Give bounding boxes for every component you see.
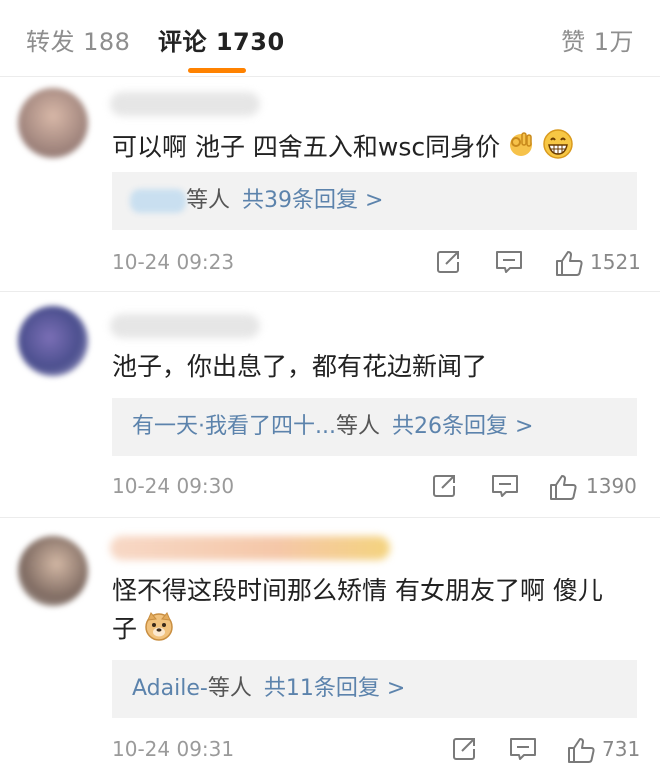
comment-text-content: 子 <box>112 614 138 644</box>
comment-text-content: 怪不得这段时间那么矫情 有女朋友了啊 傻儿 <box>112 576 603 605</box>
username-blurred[interactable] <box>110 536 390 560</box>
comment-text-content: 池子，你出息了，都有花边新闻了 <box>112 352 488 381</box>
avatar[interactable] <box>18 88 88 158</box>
avatar[interactable] <box>18 536 88 606</box>
comment-icon[interactable] <box>508 735 538 763</box>
tab-reposts[interactable]: 转发 188 <box>26 22 130 57</box>
share-icon[interactable] <box>450 735 478 763</box>
username-blurred[interactable] <box>110 314 260 338</box>
comment-item: 可以啊 池子 四舍五入和wsc同身价 等人 共39条回复 > 10-24 09:2… <box>0 76 660 292</box>
like-count: 1521 <box>590 250 641 274</box>
reply-etc: 等人 <box>335 414 380 439</box>
reply-preview[interactable]: 有一天·我看了四十...等人 共26条回复 > <box>112 398 637 456</box>
like-count: 1390 <box>586 474 637 498</box>
avatar[interactable] <box>18 306 88 376</box>
like-icon[interactable] <box>566 735 596 765</box>
timestamp: 10-24 09:30 <box>112 474 235 498</box>
comment-text: 怪不得这段时间那么矫情 有女朋友了啊 傻儿 <box>112 574 603 608</box>
timestamp: 10-24 09:23 <box>112 250 235 274</box>
comment-icon[interactable] <box>494 248 524 276</box>
reply-usernames[interactable]: 有一天·我看了四十... <box>132 414 336 439</box>
ok-hand-emoji <box>506 129 536 168</box>
reply-preview[interactable]: 等人 共39条回复 > <box>112 172 637 230</box>
comment-icon[interactable] <box>490 472 520 500</box>
tab-bar: 转发 188 评论 1730 赞 1万 <box>0 0 660 77</box>
share-icon[interactable] <box>434 248 462 276</box>
comment-text-line2: 子 <box>112 610 175 651</box>
reply-count-link[interactable]: 共39条回复 > <box>242 188 383 213</box>
doge-emoji <box>143 610 175 651</box>
reply-usernames[interactable]: Adaile- <box>132 676 208 701</box>
timestamp: 10-24 09:31 <box>112 737 235 761</box>
reply-count-link[interactable]: 共26条回复 > <box>392 414 533 439</box>
share-icon[interactable] <box>430 472 458 500</box>
like-count: 731 <box>602 737 641 761</box>
username-blurred[interactable] <box>110 92 260 116</box>
comment-item: 怪不得这段时间那么矫情 有女朋友了啊 傻儿 子 Adaile-等人 共11条回复 … <box>0 518 660 779</box>
tab-comments[interactable]: 评论 1730 <box>158 22 285 57</box>
comment-text: 可以啊 池子 四舍五入和wsc同身价 <box>112 128 574 169</box>
like-icon[interactable] <box>554 248 584 278</box>
comment-text: 池子，你出息了，都有花边新闻了 <box>112 350 487 384</box>
active-tab-indicator <box>188 68 246 73</box>
reply-etc: 等人 <box>207 676 252 701</box>
comment-item: 池子，你出息了，都有花边新闻了 有一天·我看了四十...等人 共26条回复 > 1… <box>0 292 660 518</box>
reply-preview[interactable]: Adaile-等人 共11条回复 > <box>112 660 637 718</box>
reply-user-blurred <box>130 189 186 213</box>
tab-likes[interactable]: 赞 1万 <box>561 22 634 57</box>
comment-meta: 10-24 09:31 731 <box>112 733 640 767</box>
comment-text-content: 可以啊 池子 四舍五入和wsc同身价 <box>112 132 501 162</box>
like-icon[interactable] <box>548 472 578 502</box>
comment-meta: 10-24 09:23 1521 <box>112 246 641 280</box>
comment-meta: 10-24 09:30 1390 <box>112 470 640 504</box>
grin-emoji <box>542 128 574 169</box>
reply-count-link[interactable]: 共11条回复 > <box>264 676 405 701</box>
reply-etc: 等人 <box>186 188 231 213</box>
